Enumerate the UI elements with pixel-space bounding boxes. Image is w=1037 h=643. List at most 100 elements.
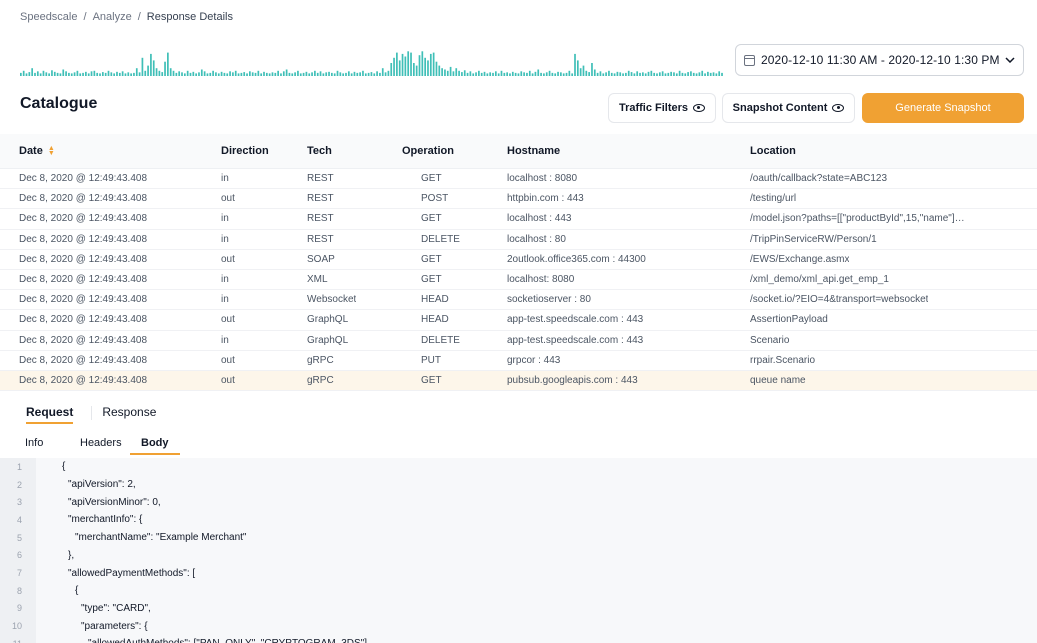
tab-body[interactable]: Body (130, 437, 180, 455)
spark-bar (627, 70, 630, 76)
traffic-filters-button[interactable]: Traffic Filters (608, 93, 716, 123)
tab-info[interactable]: Info (25, 437, 80, 455)
spark-bar (379, 72, 381, 76)
table-row[interactable]: Dec 8, 2020 @ 12:49:43.408 out REST POST htt… (0, 189, 1037, 210)
spark-bar (268, 73, 271, 76)
spark-bar (718, 71, 721, 76)
spark-bar (36, 71, 39, 76)
column-header-tech[interactable]: Tech (307, 145, 332, 157)
spark-bar (695, 73, 698, 76)
column-header-operation[interactable]: Operation (402, 145, 454, 157)
table-row[interactable]: Dec 8, 2020 @ 12:49:43.408 in Websocket HEA… (0, 290, 1037, 311)
spark-bar (692, 72, 695, 76)
spark-bar (325, 72, 328, 76)
spark-bar (642, 72, 644, 76)
eye-icon (693, 104, 706, 112)
column-header-location[interactable]: Location (750, 145, 796, 157)
tab-response[interactable]: Response (102, 405, 156, 424)
spark-bar (582, 65, 585, 76)
spark-bar (282, 71, 285, 76)
column-header-hostname[interactable]: Hostname (507, 145, 560, 157)
spark-bar (644, 73, 647, 76)
table-row[interactable]: Dec 8, 2020 @ 12:49:43.408 out GraphQL HEAD… (0, 310, 1037, 331)
spark-bar (636, 71, 639, 76)
spark-bar (265, 72, 268, 76)
cell-hostname: localhost: 8080 (507, 274, 575, 286)
code-viewer[interactable]: 1{2 "apiVersion": 2, 3 "apiVersionMinor": 0… (0, 458, 1037, 643)
spark-bar (605, 72, 607, 76)
table-row[interactable]: Dec 8, 2020 @ 12:49:43.408 in REST GET local… (0, 209, 1037, 230)
spark-bar (373, 73, 376, 76)
spark-bar (167, 52, 169, 76)
table-row[interactable]: Dec 8, 2020 @ 12:49:43.408 out gRPC GET pubs… (0, 370, 1037, 392)
spark-bar (537, 69, 540, 76)
cell-date: Dec 8, 2020 @ 12:49:43.408 (19, 193, 148, 205)
column-header-direction[interactable]: Direction (221, 145, 269, 157)
tab-request[interactable]: Request (26, 405, 74, 424)
spark-bar (675, 73, 678, 76)
traffic-sparkline[interactable] (20, 48, 724, 76)
cell-direction: in (221, 173, 229, 185)
spark-bar (475, 72, 477, 76)
spark-bar (319, 71, 322, 76)
spark-bar (571, 73, 574, 76)
spark-bar (141, 57, 144, 76)
table-row[interactable]: Dec 8, 2020 @ 12:49:43.408 out SOAP GET 2out… (0, 250, 1037, 270)
cell-direction: in (221, 274, 229, 286)
spark-bar (299, 73, 302, 76)
cell-location: rrpair.Scenario (750, 354, 816, 366)
spark-bar (288, 72, 291, 76)
cell-operation: PUT (421, 354, 441, 366)
spark-bar (656, 73, 658, 76)
breadcrumb-speedscale[interactable]: Speedscale (20, 11, 78, 23)
spark-bar (678, 70, 681, 76)
table-header: Date ▲ ▼ Direction Tech Operation Hostname… (0, 134, 1037, 169)
table-row[interactable]: Dec 8, 2020 @ 12:49:43.408 in REST DELETE lo… (0, 230, 1037, 250)
spark-bar (531, 73, 534, 76)
spark-bar (432, 52, 435, 76)
code-line: 1{ (0, 458, 1037, 476)
catalogue-title: Catalogue (20, 95, 98, 112)
cell-location: /model.json?paths=[["productById",15,"na… (750, 213, 965, 225)
spark-bar (249, 71, 251, 76)
spark-bar (441, 68, 443, 76)
spark-bar (523, 72, 525, 76)
cell-hostname: app-test.speedscale.com : 443 (507, 334, 644, 346)
column-header-date[interactable]: Date ▲ ▼ (19, 145, 55, 157)
spark-bar (65, 71, 67, 76)
spark-bar (277, 70, 279, 76)
spark-bar (234, 70, 237, 76)
spark-bar (138, 72, 141, 76)
spark-bar (257, 70, 260, 76)
spark-bar (599, 71, 602, 76)
line-number: 8 (16, 585, 22, 596)
spark-bar (226, 73, 229, 76)
table-row[interactable]: Dec 8, 2020 @ 12:49:43.408 in GraphQL DELET… (0, 331, 1037, 351)
breadcrumb-analyze[interactable]: Analyze (93, 11, 132, 23)
spark-bar (658, 72, 661, 76)
spark-bar (619, 72, 622, 76)
date-range-picker[interactable]: 2020-12-10 11:30 AM - 2020-12-10 1:30 PM (735, 44, 1024, 76)
cell-date: Dec 8, 2020 @ 12:49:43.408 (19, 354, 148, 366)
spark-bar (62, 69, 65, 76)
table-row[interactable]: Dec 8, 2020 @ 12:49:43.408 in XML GET localh… (0, 270, 1037, 291)
spark-bar (302, 72, 305, 76)
spark-bar (175, 72, 178, 76)
spark-bar (99, 73, 101, 76)
spark-bar (610, 72, 613, 76)
snapshot-content-button[interactable]: Snapshot Content (722, 93, 855, 123)
spark-bar (639, 72, 641, 76)
table-row[interactable]: Dec 8, 2020 @ 12:49:43.408 in REST GET local… (0, 169, 1037, 190)
spark-bar (633, 73, 636, 76)
table-row[interactable]: Dec 8, 2020 @ 12:49:43.408 out gRPC PUT grpc… (0, 351, 1037, 371)
spark-bar (336, 70, 339, 76)
spark-bar (294, 72, 296, 76)
line-number: 6 (16, 550, 22, 561)
spark-bar (152, 60, 155, 76)
spark-bar (220, 71, 223, 76)
spark-bar (155, 68, 158, 76)
spark-bar (418, 55, 421, 76)
generate-snapshot-button[interactable]: Generate Snapshot (862, 93, 1024, 123)
spark-bar (687, 72, 689, 76)
cell-operation: GET (421, 173, 442, 185)
